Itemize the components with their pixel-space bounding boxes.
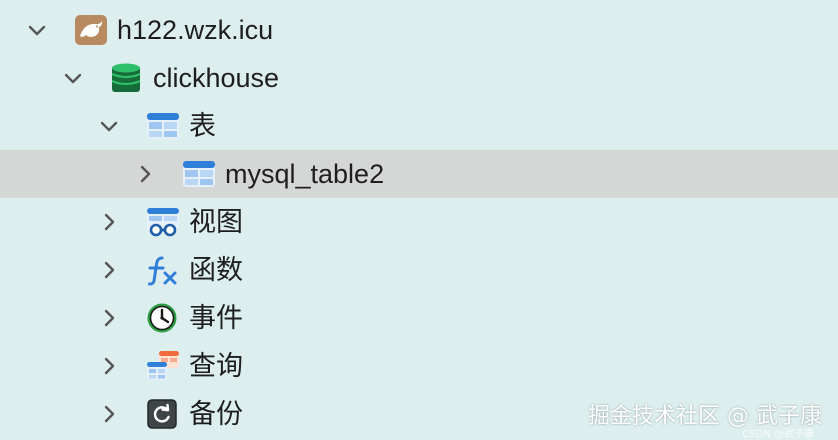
connection-tree: h122.wzk.icu clickhouse 表 mysql_table2 视…: [0, 6, 838, 438]
tree-row-database[interactable]: clickhouse: [0, 54, 838, 102]
tree-item-label: 函数: [189, 255, 243, 285]
chevron-down-icon[interactable]: [62, 67, 84, 89]
tree-item-label: 事件: [189, 303, 243, 333]
chevron-right-icon[interactable]: [98, 211, 120, 233]
chevron-right-icon[interactable]: [98, 403, 120, 425]
chevron-right-icon[interactable]: [134, 163, 156, 185]
table-icon: [146, 110, 180, 142]
tree-row-table-item[interactable]: mysql_table2: [0, 150, 838, 198]
chevron-down-icon[interactable]: [26, 19, 48, 41]
chevron-right-icon[interactable]: [98, 259, 120, 281]
chevron-down-icon[interactable]: [98, 115, 120, 137]
tree-row-events[interactable]: 事件: [0, 294, 838, 342]
mariadb-seal-icon: [74, 14, 108, 46]
tree-item-label: 视图: [189, 207, 243, 237]
clock-icon: [146, 302, 180, 334]
view-icon: [146, 206, 180, 238]
tree-row-tables[interactable]: 表: [0, 102, 838, 150]
function-icon: [146, 254, 180, 286]
chevron-right-icon[interactable]: [98, 307, 120, 329]
backup-icon: [146, 398, 180, 430]
tables-group-label: 表: [189, 111, 216, 141]
tree-row-views[interactable]: 视图: [0, 198, 838, 246]
tree-item-label: 备份: [189, 399, 243, 429]
table-item-label: mysql_table2: [225, 159, 385, 189]
query-icon: [146, 350, 180, 382]
tree-item-label: 查询: [189, 351, 243, 381]
watermark-subtext: CSDN @武子康: [742, 429, 814, 440]
server-label: h122.wzk.icu: [117, 15, 274, 45]
tree-row-server[interactable]: h122.wzk.icu: [0, 6, 838, 54]
tree-row-functions[interactable]: 函数: [0, 246, 838, 294]
database-icon: [110, 62, 144, 94]
tree-row-queries[interactable]: 查询: [0, 342, 838, 390]
chevron-right-icon[interactable]: [98, 355, 120, 377]
database-label: clickhouse: [153, 63, 280, 93]
table-icon: [182, 158, 216, 190]
